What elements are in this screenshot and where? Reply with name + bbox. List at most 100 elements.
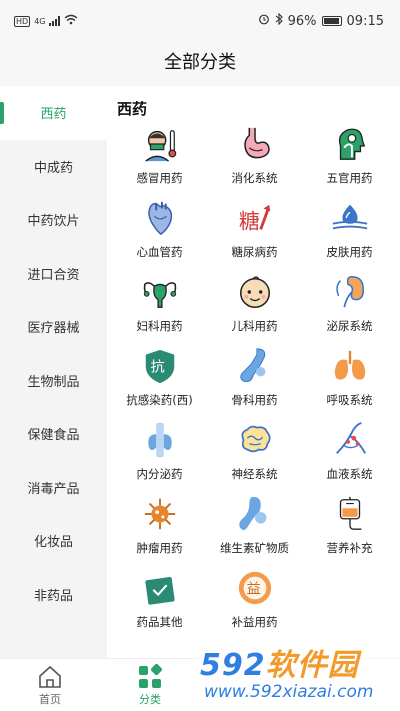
category-skin[interactable]: 皮肤用药 — [302, 198, 397, 264]
category-other[interactable]: 药品其他 — [112, 568, 207, 634]
brain-icon — [235, 420, 275, 460]
category-label: 维生素矿物质 — [220, 541, 289, 555]
shield-icon: 抗 — [140, 346, 180, 386]
tonic-jar-icon: 益 — [235, 568, 275, 608]
sidebar-item-label: 消毒产品 — [27, 481, 80, 497]
sidebar-item-label: 化妆品 — [33, 535, 73, 551]
watermark: 592软件园 www.592xiazai.com — [196, 636, 400, 711]
bone-icon — [235, 346, 275, 386]
category-gyn[interactable]: 妇科用药 — [112, 272, 207, 338]
category-label: 泌尿系统 — [326, 319, 373, 333]
shield-icon-text: 抗 — [150, 359, 164, 376]
category-pediatric[interactable]: 儿科用药 — [207, 272, 302, 338]
category-ent[interactable]: 五官用药 — [302, 124, 397, 190]
category-label: 五官用药 — [326, 171, 373, 185]
tonic-jar-icon-text: 益 — [246, 581, 260, 598]
status-right: 96% 09:15 — [258, 12, 384, 29]
alarm-icon — [258, 13, 270, 29]
virus-icon — [140, 494, 180, 534]
joint-icon — [235, 494, 275, 534]
category-nutrition[interactable]: 营养补充 — [302, 494, 397, 560]
skin-icon — [330, 198, 370, 238]
sidebar-item-zhongchengyao[interactable]: 中成药 — [0, 140, 107, 194]
category-cold[interactable]: 感冒用药 — [112, 124, 207, 190]
sidebar-item-feiyaopin[interactable]: 非药品 — [0, 568, 107, 622]
sidebar-item-label: 中成药 — [33, 160, 73, 176]
category-label: 皮肤用药 — [326, 245, 373, 259]
tab-category[interactable]: 分类 — [120, 663, 180, 707]
category-label: 妇科用药 — [136, 319, 183, 333]
battery-icon — [321, 16, 342, 26]
wifi-icon — [64, 14, 78, 28]
category-blood[interactable]: 血液系统 — [302, 420, 397, 486]
sidebar-item-label: 非药品 — [33, 588, 73, 604]
baby-icon — [235, 272, 275, 312]
tab-home[interactable]: 首页 — [20, 663, 80, 707]
iv-drip-icon — [330, 494, 370, 534]
sidebar-item-xiaoduchanpin[interactable]: 消毒产品 — [0, 461, 107, 515]
category-label: 消化系统 — [231, 171, 278, 185]
thyroid-icon — [140, 420, 180, 460]
category-label: 儿科用药 — [231, 319, 278, 333]
category-anti-infective[interactable]: 抗 抗感染药(西) — [112, 346, 207, 412]
category-respiratory[interactable]: 呼吸系统 — [302, 346, 397, 412]
watermark-url: www.592xiazai.com — [204, 682, 374, 702]
category-neuro[interactable]: 神经系统 — [207, 420, 302, 486]
category-label: 骨科用药 — [231, 393, 278, 407]
medicine-box-icon — [140, 568, 180, 608]
category-label: 呼吸系统 — [326, 393, 373, 407]
kidney-icon — [330, 272, 370, 312]
category-label: 感冒用药 — [136, 171, 183, 185]
category-label: 营养补充 — [326, 541, 373, 555]
category-endocrine[interactable]: 内分泌药 — [112, 420, 207, 486]
category-tonic[interactable]: 益 补益用药 — [207, 568, 302, 634]
sidebar-item-baojianshipin[interactable]: 保健食品 — [0, 407, 107, 461]
category-label: 心血管药 — [136, 245, 183, 259]
page-title: 全部分类 — [164, 52, 236, 73]
page-header: 全部分类 — [0, 44, 400, 86]
head-ent-icon — [330, 124, 370, 164]
home-icon — [20, 663, 80, 691]
sidebar-item-huazhuangpin[interactable]: 化妆品 — [0, 514, 107, 568]
category-label: 肿瘤用药 — [136, 541, 183, 555]
sidebar-item-jinkouhezi[interactable]: 进口合资 — [0, 247, 107, 301]
sidebar-item-yiliaoqixie[interactable]: 医疗器械 — [0, 300, 107, 354]
battery-percent: 96% — [287, 13, 317, 29]
category-ortho[interactable]: 骨科用药 — [207, 346, 302, 412]
category-label: 内分泌药 — [136, 467, 183, 481]
section-title: 西药 — [117, 100, 148, 118]
sidebar-item-label: 医疗器械 — [27, 321, 80, 337]
sidebar-item-label: 进口合资 — [27, 267, 80, 283]
watermark-brand-text: 软件园 — [265, 648, 359, 683]
lungs-icon — [330, 346, 370, 386]
sidebar-item-label: 中药饮片 — [27, 214, 80, 230]
category-urinary[interactable]: 泌尿系统 — [302, 272, 397, 338]
network-type: 4G — [34, 16, 46, 26]
blood-vessel-icon — [330, 420, 370, 460]
status-bar: HD 4G 96% 09:15 — [0, 0, 400, 44]
watermark-brand-num: 592 — [200, 648, 266, 683]
category-digestive[interactable]: 消化系统 — [207, 124, 302, 190]
category-label: 抗感染药(西) — [126, 393, 193, 407]
bluetooth-icon — [275, 12, 283, 29]
sidebar-item-zhongyaoyinpian[interactable]: 中药饮片 — [0, 193, 107, 247]
signal-icon — [49, 16, 61, 26]
category-cardio[interactable]: 心血管药 — [112, 198, 207, 264]
category-label: 血液系统 — [326, 467, 373, 481]
tab-label: 首页 — [39, 693, 61, 706]
sugar-icon: 糖 — [235, 198, 275, 238]
category-label: 药品其他 — [136, 615, 183, 629]
sidebar-item-label: 保健食品 — [27, 428, 80, 444]
sidebar-item-shengwuzhipin[interactable]: 生物制品 — [0, 354, 107, 408]
status-left: HD 4G — [14, 14, 78, 28]
sidebar-item-xiyao[interactable]: 西药 — [0, 86, 107, 140]
heart-icon — [140, 198, 180, 238]
hd-badge: HD — [14, 15, 31, 27]
sidebar-item-label: 生物制品 — [27, 374, 80, 390]
category-diabetes[interactable]: 糖 糖尿病药 — [207, 198, 302, 264]
sugar-icon-text: 糖 — [238, 209, 259, 233]
category-oncology[interactable]: 肿瘤用药 — [112, 494, 207, 560]
category-vitamins[interactable]: 维生素矿物质 — [207, 494, 302, 560]
category-label: 神经系统 — [231, 467, 278, 481]
category-grid: 感冒用药 消化系统 五官用药 心血管药 糖 糖尿病药 皮肤用药 妇科用药 儿科用… — [112, 124, 397, 634]
